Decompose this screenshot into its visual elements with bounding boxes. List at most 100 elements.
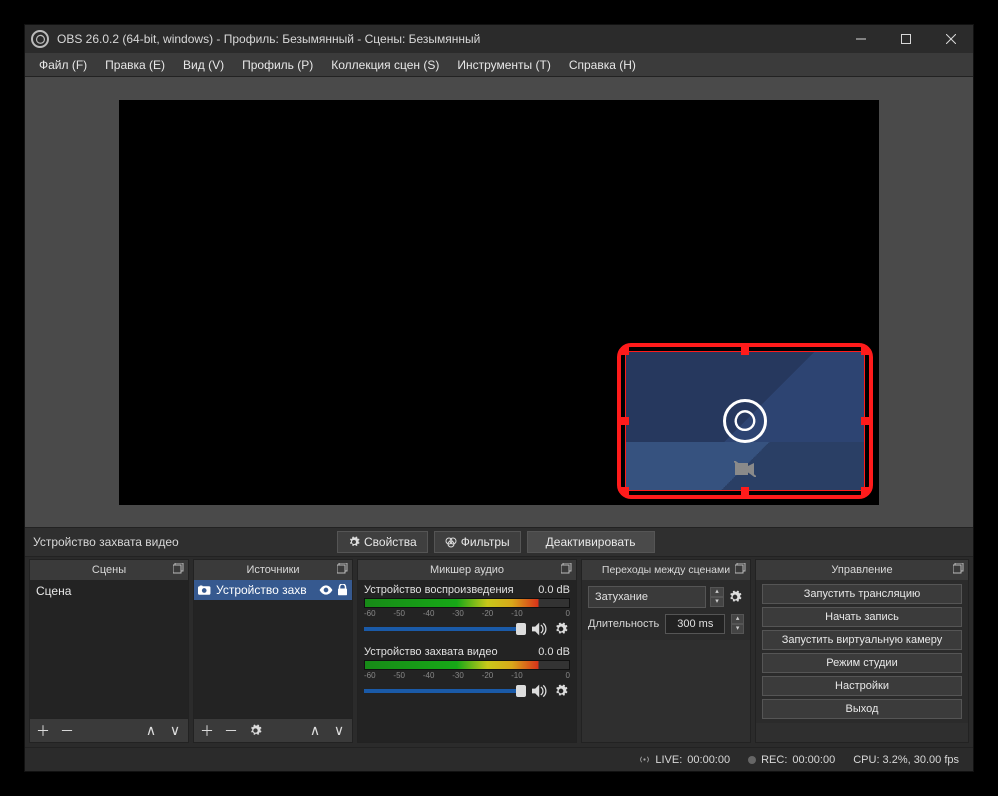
channel-name: Устройство захвата видео: [364, 646, 498, 658]
transition-settings-button[interactable]: [728, 590, 744, 604]
scene-row[interactable]: Сцена: [30, 580, 188, 602]
filters-button[interactable]: Фильтры: [434, 531, 521, 553]
channel-name: Устройство воспроизведения: [364, 584, 514, 596]
menu-edit[interactable]: Правка (E): [97, 56, 173, 74]
minimize-button[interactable]: [838, 25, 883, 53]
window-title: OBS 26.0.2 (64-bit, windows) - Профиль: …: [57, 32, 838, 46]
start-record-button[interactable]: Начать запись: [762, 607, 962, 627]
scenes-dock: Сцены Сцена ＋ － ∧ ∨: [29, 559, 189, 743]
channel-settings-button[interactable]: [554, 684, 570, 698]
volume-slider[interactable]: [364, 627, 526, 631]
popout-icon[interactable]: [561, 563, 572, 574]
popout-icon[interactable]: [735, 563, 746, 574]
controls-body: Запустить трансляцию Начать запись Запус…: [756, 580, 968, 723]
status-live: LIVE: 00:00:00: [639, 754, 730, 766]
vu-meter: [364, 598, 570, 608]
deactivate-button[interactable]: Деактивировать: [527, 531, 655, 553]
duration-spin[interactable]: ▴▾: [731, 614, 744, 634]
obs-window: OBS 26.0.2 (64-bit, windows) - Профиль: …: [24, 24, 974, 772]
channel-level: 0.0 dB: [538, 584, 570, 596]
duration-input[interactable]: [665, 614, 725, 634]
transitions-dock: Переходы между сценами Затухание ▴▾ Длит…: [581, 559, 751, 743]
no-camera-icon: [734, 461, 756, 477]
vu-scale: -60-50-40-30-20-100: [364, 608, 570, 618]
source-properties-button[interactable]: [246, 724, 264, 737]
menu-profile[interactable]: Профиль (P): [234, 56, 321, 74]
add-source-button[interactable]: ＋: [198, 721, 216, 741]
resize-handle[interactable]: [861, 347, 869, 355]
start-virtualcam-button[interactable]: Запустить виртуальную камеру: [762, 630, 962, 650]
speaker-icon[interactable]: [532, 622, 548, 636]
studio-mode-button[interactable]: Режим студии: [762, 653, 962, 673]
remove-scene-button[interactable]: －: [58, 721, 76, 741]
controls-title: Управление: [756, 560, 968, 580]
transitions-body: Затухание ▴▾ Длительность ▴▾: [582, 580, 750, 640]
preview-area[interactable]: [25, 77, 973, 527]
exit-button[interactable]: Выход: [762, 699, 962, 719]
source-down-button[interactable]: ∨: [330, 722, 348, 739]
menu-file[interactable]: Файл (F): [31, 56, 95, 74]
scene-down-button[interactable]: ∨: [166, 722, 184, 739]
duration-label: Длительность: [588, 618, 659, 630]
transition-select[interactable]: Затухание: [588, 586, 706, 608]
properties-button[interactable]: Свойства: [337, 531, 428, 553]
sources-list[interactable]: Устройство захв: [194, 580, 352, 718]
eye-icon[interactable]: [319, 585, 333, 595]
settings-button[interactable]: Настройки: [762, 676, 962, 696]
mixer-channel: Устройство захвата видео 0.0 dB -60-50-40…: [358, 642, 576, 704]
popout-icon[interactable]: [337, 563, 348, 574]
menu-tools[interactable]: Инструменты (T): [449, 56, 558, 74]
titlebar: OBS 26.0.2 (64-bit, windows) - Профиль: …: [25, 25, 973, 53]
vu-scale: -60-50-40-30-20-100: [364, 670, 570, 680]
remove-source-button[interactable]: －: [222, 721, 240, 741]
dock-area: Сцены Сцена ＋ － ∧ ∨ Источники: [25, 557, 973, 747]
mixer-dock: Микшер аудио Устройство воспроизведения 0…: [357, 559, 577, 743]
maximize-button[interactable]: [883, 25, 928, 53]
resize-handle[interactable]: [621, 417, 629, 425]
source-row[interactable]: Устройство захв: [194, 580, 352, 600]
scenes-list[interactable]: Сцена: [30, 580, 188, 718]
popout-icon[interactable]: [173, 563, 184, 574]
channel-level: 0.0 dB: [538, 646, 570, 658]
speaker-icon[interactable]: [532, 684, 548, 698]
obs-logo-icon: [31, 30, 49, 48]
menubar: Файл (F) Правка (E) Вид (V) Профиль (P) …: [25, 53, 973, 77]
selected-source[interactable]: [625, 351, 865, 491]
resize-handle[interactable]: [621, 347, 629, 355]
popout-icon[interactable]: [953, 563, 964, 574]
gear-icon: [348, 536, 360, 548]
status-rec: REC: 00:00:00: [748, 754, 835, 766]
scene-up-button[interactable]: ∧: [142, 722, 160, 739]
add-scene-button[interactable]: ＋: [34, 721, 52, 741]
camera-icon: [198, 585, 212, 596]
obs-placeholder-icon: [723, 399, 767, 443]
status-cpu: CPU: 3.2%, 30.00 fps: [853, 754, 959, 766]
transition-spin[interactable]: ▴▾: [710, 587, 724, 607]
close-button[interactable]: [928, 25, 973, 53]
scenes-title: Сцены: [30, 560, 188, 580]
resize-handle[interactable]: [621, 487, 629, 495]
resize-handle[interactable]: [861, 487, 869, 495]
sources-title: Источники: [194, 560, 352, 580]
record-dot-icon: [748, 756, 756, 764]
menu-scene-collection[interactable]: Коллекция сцен (S): [323, 56, 447, 74]
mixer-title: Микшер аудио: [358, 560, 576, 580]
lock-icon[interactable]: [337, 584, 348, 596]
resize-handle[interactable]: [741, 487, 749, 495]
source-context-bar: Устройство захвата видео Свойства Фильтр…: [25, 527, 973, 557]
volume-slider[interactable]: [364, 689, 526, 693]
menu-help[interactable]: Справка (H): [561, 56, 644, 74]
start-stream-button[interactable]: Запустить трансляцию: [762, 584, 962, 604]
resize-handle[interactable]: [741, 347, 749, 355]
transitions-title: Переходы между сценами: [582, 560, 750, 580]
resize-handle[interactable]: [861, 417, 869, 425]
menu-view[interactable]: Вид (V): [175, 56, 232, 74]
channel-settings-button[interactable]: [554, 622, 570, 636]
broadcast-icon: [639, 754, 650, 765]
mixer-body: Устройство воспроизведения 0.0 dB -60-50-…: [358, 580, 576, 742]
preview-canvas[interactable]: [119, 100, 879, 505]
controls-dock: Управление Запустить трансляцию Начать з…: [755, 559, 969, 743]
vu-meter: [364, 660, 570, 670]
mixer-channel: Устройство воспроизведения 0.0 dB -60-50-…: [358, 580, 576, 642]
source-up-button[interactable]: ∧: [306, 722, 324, 739]
